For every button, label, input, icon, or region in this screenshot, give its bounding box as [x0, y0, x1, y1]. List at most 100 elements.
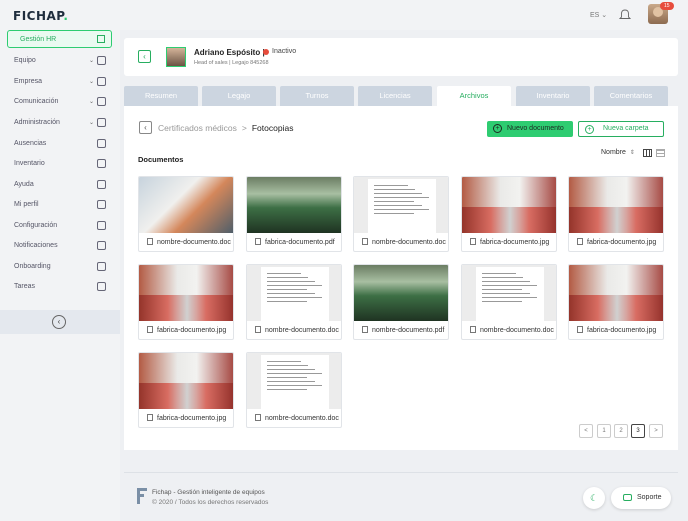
sidebar: Gestión HR Equipo ⌄ Empresa ⌄ Comunicación ⌄ A…	[0, 30, 120, 521]
document-thumbnail	[569, 177, 663, 233]
sidebar-item-label: Empresa	[14, 78, 43, 85]
section-title: Documentos	[138, 155, 184, 164]
document-card[interactable]: fabrica-documento.pdf	[246, 176, 342, 252]
document-thumbnail	[247, 265, 341, 321]
pagination-page-1[interactable]: 1	[597, 424, 611, 438]
sidebar-item-administracion[interactable]: Administración ⌄	[14, 118, 106, 131]
user-plus-icon	[97, 139, 106, 148]
tab-comentarios[interactable]: Comentarios	[594, 86, 668, 106]
sidebar-item-onboarding[interactable]: Onboarding	[14, 262, 106, 275]
document-name: nombre-documento.doc	[255, 414, 339, 422]
image-icon	[147, 414, 153, 421]
sidebar-item-configuracion[interactable]: Configuración	[14, 221, 106, 234]
document-name: fabrica-documento.pdf	[255, 238, 335, 246]
footer-copyright: © 2020 / Todos los derechos reservados	[152, 499, 269, 506]
new-document-button[interactable]: + Nuevo documento	[487, 121, 573, 137]
document-name: fabrica-documento.jpg	[577, 238, 656, 246]
document-name-text: fabrica-documento.pdf	[265, 239, 335, 246]
document-card[interactable]: fabrica-documento.jpg	[461, 176, 557, 252]
pagination-next-button[interactable]: >	[649, 424, 663, 438]
employee-header: ‹ Adriano Espósito | Inactivo Head of sa…	[124, 38, 678, 76]
image-icon	[577, 238, 583, 245]
files-panel: ‹ Certificados médicos > Fotocopias + Nuev…	[124, 106, 678, 450]
sidebar-item-mi-perfil[interactable]: Mi perfil	[14, 200, 106, 213]
document-name-text: fabrica-documento.jpg	[587, 327, 657, 334]
support-button[interactable]: Soporte	[611, 487, 671, 509]
plus-circle-icon: +	[493, 124, 502, 133]
heart-icon	[97, 241, 106, 250]
document-thumbnail	[247, 353, 341, 409]
document-card[interactable]: fabrica-documento.jpg	[568, 264, 664, 340]
fichap-logo-icon	[137, 488, 147, 504]
chevron-down-icon: ⌄	[88, 99, 94, 105]
sidebar-gestion-label: Gestión HR	[20, 36, 57, 43]
document-name: nombre-documento.doc	[255, 326, 339, 334]
top-bar: FICHAP. ES ⌄ 15	[0, 0, 688, 30]
pagination-page-2[interactable]: 2	[614, 424, 628, 438]
sort-selector[interactable]: Nombre ⇕	[601, 149, 635, 156]
document-name-text: nombre-documento.doc	[157, 239, 231, 246]
sort-label: Nombre	[601, 149, 626, 156]
new-folder-button[interactable]: + Nueva carpeta	[578, 121, 664, 137]
pagination-page-3[interactable]: 3	[631, 424, 645, 438]
sidebar-item-notificaciones[interactable]: Notificaciones	[14, 241, 106, 254]
sidebar-item-empresa[interactable]: Empresa ⌄	[14, 77, 106, 90]
notification-badge: 15	[660, 2, 674, 10]
bell-icon[interactable]	[618, 9, 632, 21]
image-icon	[147, 326, 153, 333]
document-card[interactable]: nombre-documento.doc	[461, 264, 557, 340]
breadcrumb-back-button[interactable]: ‹	[139, 121, 152, 134]
pagination-prev-button[interactable]: <	[579, 424, 593, 438]
sidebar-item-label: Notificaciones	[14, 242, 58, 249]
document-thumbnail	[139, 353, 233, 409]
tab-inventario[interactable]: Inventario	[516, 86, 590, 106]
language-selector[interactable]: ES ⌄	[590, 11, 607, 19]
chevron-down-icon: ⌄	[88, 79, 94, 85]
document-name: fabrica-documento.jpg	[470, 238, 549, 246]
sidebar-item-inventario[interactable]: Inventario	[14, 159, 106, 172]
breadcrumb-current: Fotocopias	[251, 123, 294, 133]
sidebar-item-label: Tareas	[14, 283, 36, 290]
list-view-icon[interactable]	[656, 149, 665, 157]
sidebar-item-equipo[interactable]: Equipo ⌄	[14, 56, 106, 69]
document-card[interactable]: nombre-documento.doc	[353, 176, 449, 252]
document-card[interactable]: nombre-documento.doc	[246, 352, 342, 428]
footer-tagline: Fichap - Gestión inteligente de equipos	[152, 489, 265, 496]
sidebar-item-comunicacion[interactable]: Comunicación ⌄	[14, 97, 106, 110]
collapse-sidebar-button[interactable]: ‹	[52, 315, 66, 329]
sidebar-item-ausencias[interactable]: Ausencias	[14, 139, 106, 152]
document-card[interactable]: fabrica-documento.jpg	[138, 352, 234, 428]
tab-resumen[interactable]: Resumen	[124, 86, 198, 106]
sidebar-gestion-hr[interactable]: Gestión HR	[7, 30, 112, 48]
breadcrumb-parent[interactable]: Certificados médicos	[158, 123, 237, 133]
document-card[interactable]: nombre-documento.doc	[138, 176, 234, 252]
sidebar-collapse-area: ‹	[0, 310, 120, 334]
employee-meta: Head of sales | Legajo 845268	[194, 60, 269, 66]
heart-icon	[97, 282, 106, 291]
dark-mode-button[interactable]: ☾	[583, 487, 605, 509]
heart-icon	[97, 118, 106, 127]
app-logo[interactable]: FICHAP.	[13, 9, 68, 23]
back-button[interactable]: ‹	[138, 50, 151, 63]
tab-turnos[interactable]: Turnos	[280, 86, 354, 106]
document-card[interactable]: nombre-documento.pdf	[353, 264, 449, 340]
document-card[interactable]: fabrica-documento.jpg	[138, 264, 234, 340]
document-name-text: nombre-documento.pdf	[372, 327, 445, 334]
tab-legajo[interactable]: Legajo	[202, 86, 276, 106]
sidebar-item-label: Configuración	[14, 222, 58, 229]
document-card[interactable]: fabrica-documento.jpg	[568, 176, 664, 252]
document-card[interactable]: nombre-documento.doc	[246, 264, 342, 340]
sidebar-item-tareas[interactable]: Tareas	[14, 282, 106, 295]
tab-archivos[interactable]: Archivos	[437, 86, 511, 106]
tab-licencias[interactable]: Licencias	[358, 86, 432, 106]
document-thumbnail	[462, 177, 556, 233]
document-thumbnail	[569, 265, 663, 321]
heart-icon	[97, 262, 106, 271]
users-icon	[97, 56, 106, 65]
grid-view-icon[interactable]	[643, 149, 652, 157]
document-name: nombre-documento.doc	[147, 238, 231, 246]
sidebar-item-ayuda[interactable]: Ayuda	[14, 180, 106, 193]
grid-icon	[97, 77, 106, 86]
document-thumbnail	[354, 177, 448, 233]
document-name-text: nombre-documento.doc	[480, 327, 554, 334]
